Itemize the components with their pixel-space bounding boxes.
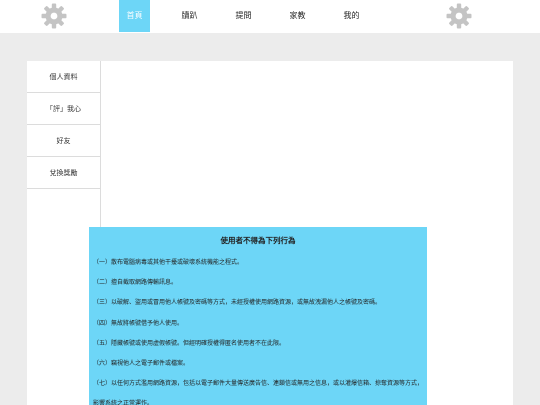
top-nav-bar: 首頁 牘趴 提問 家教 我的 bbox=[0, 0, 540, 33]
sidebar-item-profile[interactable]: 個人資料 bbox=[27, 61, 100, 93]
sidebar-item-reviews[interactable]: 「評」我心 bbox=[27, 93, 100, 125]
rule-item: （二）擅自截取網路傳輸訊息。 bbox=[93, 279, 178, 286]
nav-item-ask[interactable]: 提問 bbox=[227, 0, 260, 32]
rule-item: （一）散布電腦病毒或其他干擾或破壞系統機能之程式。 bbox=[93, 259, 244, 266]
nav-item-home[interactable]: 首頁 bbox=[119, 0, 150, 32]
nav-item-mine[interactable]: 我的 bbox=[335, 0, 368, 32]
rule-item: （六）竊視他人之電子郵件或檔案。 bbox=[93, 360, 190, 367]
modal-title: 使用者不得為下列行為 bbox=[220, 236, 296, 245]
nav-item-party[interactable]: 牘趴 bbox=[173, 0, 206, 32]
rule-item: （五）隱藏帳號或使用虛假帳號。但經明確授權得匿名使用者不在此限。 bbox=[93, 340, 286, 347]
sidebar-item-rewards[interactable]: 兌換獎勵 bbox=[27, 157, 100, 189]
sidebar-item-friends[interactable]: 好友 bbox=[27, 125, 100, 157]
gear-icon[interactable] bbox=[41, 3, 67, 29]
rule-item: （四）無故將帳號借予他人使用。 bbox=[93, 320, 184, 327]
rule-item: （三）以破解、盜用或冒用他人帳號及密碼等方式，未經授權使用網路資源，或無故洩漏他… bbox=[93, 299, 382, 306]
rule-item: （七）以任何方式濫用網路資源，包括以電子郵件大量傳送廣告信、連鎖信或無用之信息，… bbox=[93, 380, 424, 405]
nav-item-tutor[interactable]: 家教 bbox=[281, 0, 314, 32]
gear-icon[interactable] bbox=[446, 3, 472, 29]
terms-modal: 使用者不得為下列行為 （一）散布電腦病毒或其他干擾或破壞系統機能之程式。 （二）… bbox=[89, 227, 427, 405]
